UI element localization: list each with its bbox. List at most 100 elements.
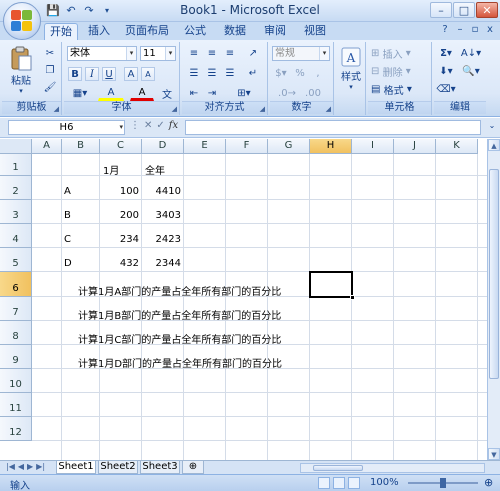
row-header-6[interactable]: 6 (0, 272, 32, 297)
zoom-level[interactable]: 100% (370, 477, 399, 488)
scroll-up-icon[interactable]: ▲ (488, 139, 500, 151)
delete-cells-button[interactable]: ⊟ 删除 ▾ (370, 64, 428, 79)
customize-qat-icon[interactable]: ▾ (100, 4, 114, 18)
row-header-3[interactable]: 3 (0, 200, 32, 224)
vertical-scroll-thumb[interactable] (489, 169, 499, 379)
cell-d1[interactable]: 全年 (145, 162, 165, 177)
comma-button[interactable]: , (310, 66, 326, 81)
number-format-combo[interactable]: 常规 ▾ (272, 46, 330, 61)
ribbon-minimize-icon[interactable]: – (454, 24, 466, 35)
formula-expand-icon[interactable]: ⌄ (486, 121, 498, 134)
column-header-k[interactable]: K (436, 139, 478, 154)
font-launcher-icon[interactable]: ◢ (172, 105, 177, 113)
increase-indent-icon[interactable]: ⇥ (204, 86, 220, 101)
row-header-2[interactable]: 2 (0, 176, 32, 200)
currency-icon[interactable]: $▾ (272, 66, 290, 81)
align-center-icon[interactable]: ☰ (204, 66, 220, 81)
underline-button[interactable]: U (102, 67, 116, 81)
name-box-dropdown-icon[interactable]: ▾ (119, 121, 123, 134)
cell-b5[interactable]: D (64, 258, 72, 269)
fill-handle[interactable] (350, 295, 355, 300)
tab-data[interactable]: 数据 (220, 23, 250, 40)
tab-view[interactable]: 视图 (300, 23, 330, 40)
insert-function-button[interactable]: fx (169, 120, 178, 131)
find-select-icon[interactable]: 🔍▾ (460, 64, 482, 79)
autosum-button[interactable]: Σ ▾ (436, 46, 456, 61)
column-header-h[interactable]: H (310, 139, 352, 154)
cell-c3[interactable]: 200 (100, 210, 139, 221)
next-sheet-icon[interactable]: ▶ (27, 462, 33, 471)
merge-center-icon[interactable]: ⊞▾ (226, 86, 262, 101)
number-format-dropdown-icon[interactable]: ▾ (319, 47, 329, 60)
cell-d4[interactable]: 2423 (142, 234, 181, 245)
minimize-button[interactable]: – (430, 2, 452, 18)
column-header-i[interactable]: I (352, 139, 394, 154)
cell-b8[interactable]: 计算1月C部门的产量占全年所有部门的百分比 (78, 331, 281, 346)
prev-sheet-icon[interactable]: ◀ (18, 462, 24, 471)
sort-filter-icon[interactable]: A↓▾ (460, 46, 482, 61)
vertical-scrollbar[interactable]: ▲ ▼ (487, 139, 500, 460)
cell-b6[interactable]: 计算1月A部门的产量占全年所有部门的百分比 (78, 283, 281, 298)
font-size-dropdown-icon[interactable]: ▾ (165, 47, 175, 60)
row-header-4[interactable]: 4 (0, 224, 32, 248)
increase-decimal-icon[interactable]: .0→ (276, 86, 298, 101)
row-header-12[interactable]: 12 (0, 417, 32, 441)
cell-b7[interactable]: 计算1月B部门的产量占全年所有部门的百分比 (78, 307, 281, 322)
cell-d5[interactable]: 2344 (142, 258, 181, 269)
cell-b2[interactable]: A (64, 186, 71, 197)
row-header-10[interactable]: 10 (0, 369, 32, 393)
alignment-launcher-icon[interactable]: ◢ (260, 105, 265, 113)
column-header-b[interactable]: B (62, 139, 100, 154)
tab-formulas[interactable]: 公式 (180, 23, 210, 40)
column-header-g[interactable]: G (268, 139, 310, 154)
scroll-down-icon[interactable]: ▼ (488, 448, 500, 460)
cancel-icon[interactable]: ✕ (144, 120, 152, 131)
clipboard-launcher-icon[interactable]: ◢ (54, 105, 59, 113)
cell-c1[interactable]: 1月 (103, 162, 119, 177)
row-header-5[interactable]: 5 (0, 248, 32, 272)
align-left-icon[interactable]: ☰ (186, 66, 202, 81)
tab-page-layout[interactable]: 页面布局 (122, 23, 172, 40)
phonetic-icon[interactable]: 文 (160, 86, 174, 101)
sheet-tab-sheet1[interactable]: Sheet1 (56, 461, 96, 474)
cut-icon[interactable]: ✂ (42, 46, 58, 61)
font-name-combo[interactable]: 宋体 ▾ (67, 46, 137, 61)
italic-button[interactable]: I (85, 67, 99, 81)
fill-icon[interactable]: ⬇▾ (436, 64, 456, 79)
horizontal-scrollbar[interactable] (300, 463, 485, 473)
borders-icon[interactable]: ▦▾ (68, 86, 92, 101)
column-header-a[interactable]: A (32, 139, 62, 154)
redo-icon[interactable]: ↷ (82, 4, 96, 18)
row-header-11[interactable]: 11 (0, 393, 32, 417)
shrink-font-button[interactable]: A (141, 67, 155, 81)
horizontal-scroll-thumb[interactable] (313, 465, 363, 471)
format-painter-icon[interactable]: 🖌 (42, 80, 58, 95)
last-sheet-icon[interactable]: ▶| (36, 462, 45, 471)
orientation-icon[interactable]: ↗ (244, 46, 262, 61)
page-break-view-icon[interactable] (348, 477, 360, 489)
enter-icon[interactable]: ✓ (156, 120, 164, 131)
percent-button[interactable]: % (292, 66, 308, 81)
cell-c2[interactable]: 100 (100, 186, 139, 197)
name-box[interactable]: H6 ▾ (8, 120, 125, 135)
copy-icon[interactable]: ❐ (42, 63, 58, 78)
cell-c5[interactable]: 432 (100, 258, 139, 269)
align-top-icon[interactable]: ≡ (186, 46, 202, 61)
grow-font-button[interactable]: A (124, 67, 138, 81)
clear-icon[interactable]: ⌫▾ (436, 82, 456, 97)
bold-button[interactable]: B (68, 67, 82, 81)
align-bottom-icon[interactable]: ≡ (222, 46, 238, 61)
format-cells-button[interactable]: ▤ 格式 ▾ (370, 82, 428, 97)
column-header-j[interactable]: J (394, 139, 436, 154)
row-header-7[interactable]: 7 (0, 297, 32, 321)
column-header-f[interactable]: F (226, 139, 268, 154)
insert-sheet-icon[interactable]: ⊕ (182, 461, 204, 474)
decrease-decimal-icon[interactable]: .00 (302, 86, 324, 101)
tab-insert[interactable]: 插入 (84, 23, 114, 40)
ribbon-restore-icon[interactable]: ▫ (469, 24, 481, 35)
align-middle-icon[interactable]: ≡ (204, 46, 220, 61)
align-right-icon[interactable]: ☰ (222, 66, 238, 81)
close-button[interactable]: ✕ (476, 2, 498, 18)
select-all-corner[interactable] (0, 139, 32, 154)
normal-view-icon[interactable] (318, 477, 330, 489)
